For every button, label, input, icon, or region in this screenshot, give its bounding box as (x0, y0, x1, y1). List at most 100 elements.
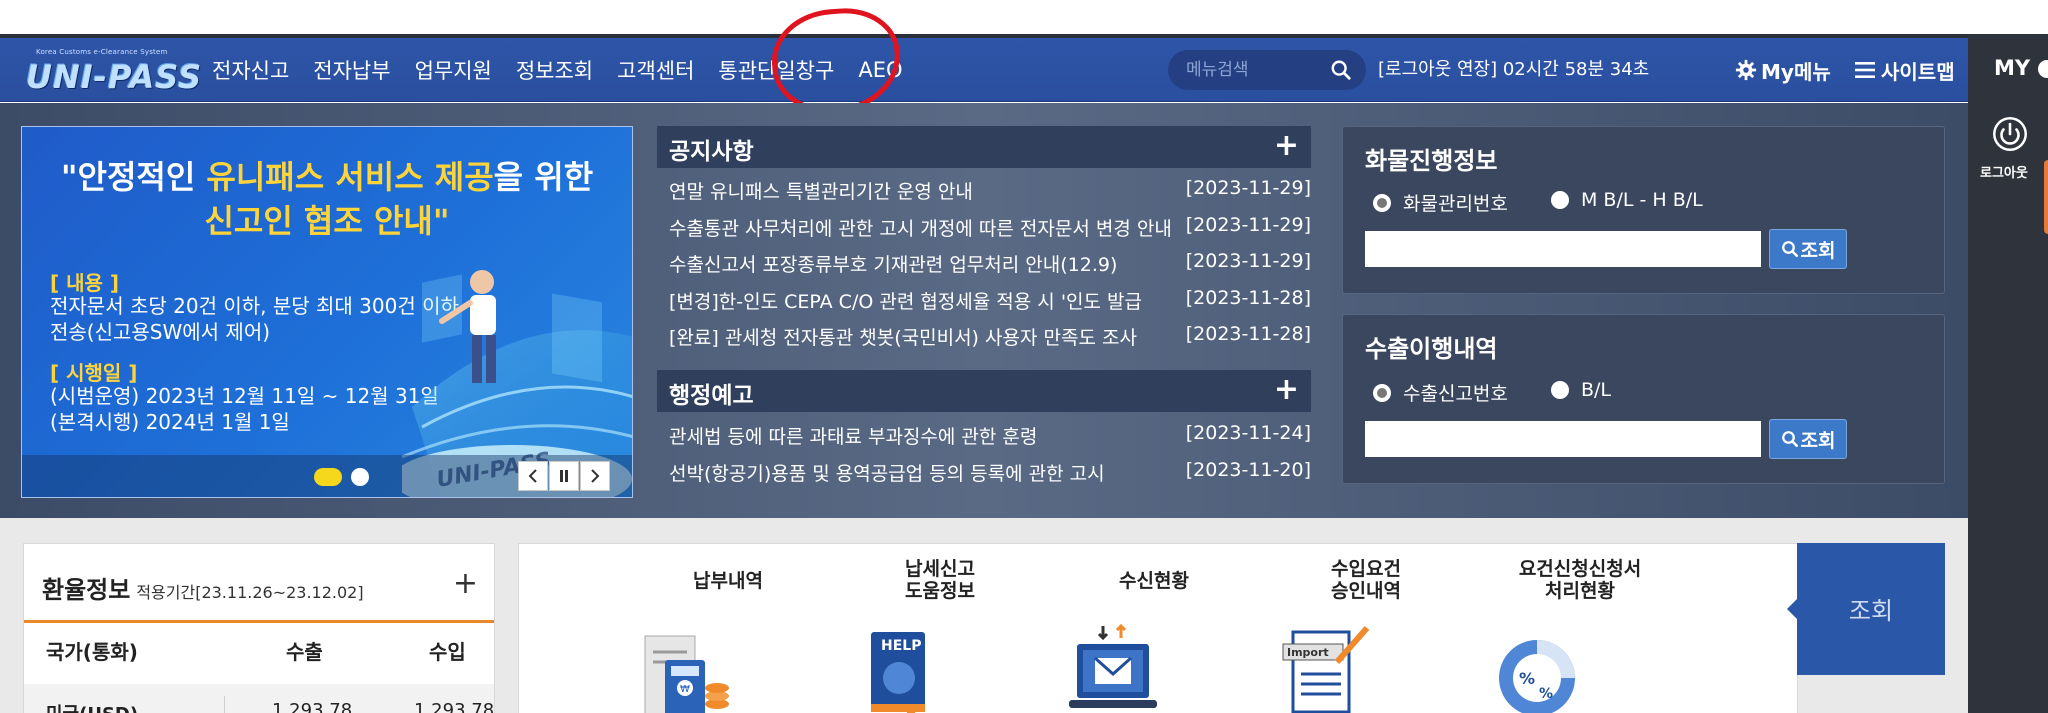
cargo-progress-box: 화물진행정보 화물관리번호 M B/L - H B/L 조회 (1342, 126, 1945, 294)
exchange-rate-more-button[interactable]: + (453, 566, 478, 601)
admin-notice-title[interactable]: 관세법 등에 따른 과태료 부과징수에 관한 훈령 (669, 422, 1199, 449)
sitemap-label: 사이트맵 (1881, 59, 1955, 84)
row-export-rate: 1,293.78 (272, 700, 353, 713)
list-item[interactable]: 선박(항공기)용품 및 용역공급업 등의 등록에 관한 고시 [2023-11-… (657, 453, 1311, 490)
admin-notice-title[interactable]: 선박(항공기)용품 및 용역공급업 등의 등록에 관한 고시 (669, 459, 1199, 486)
radio-unselected[interactable] (1551, 381, 1569, 399)
radio-selected[interactable] (1373, 383, 1391, 402)
help-book-label: HELP (881, 638, 921, 654)
nav-item-info-lookup[interactable]: 정보조회 (516, 55, 593, 85)
nav-item-e-filing[interactable]: 전자신고 (212, 55, 289, 85)
row-import-rate: 1,293.78 (414, 700, 495, 713)
export-history-box: 수출이행내역 수출신고번호 B/L 조회 (1342, 314, 1945, 484)
search-icon[interactable] (1330, 59, 1352, 81)
admin-notice-date: [2023-11-20] (1185, 458, 1311, 481)
session-timer[interactable]: [로그아웃 연장] 02시간 58분 34초 (1378, 38, 1649, 102)
prev-slide-button[interactable] (518, 461, 548, 491)
side-orange-tab[interactable] (2044, 160, 2048, 234)
notice-date: [2023-11-29] (1185, 213, 1311, 236)
cargo-radio-label-1: 화물관리번호 (1403, 193, 1508, 215)
export-number-input[interactable] (1365, 421, 1761, 457)
next-slide-button[interactable] (580, 461, 610, 491)
import-doc-label: Import (1287, 646, 1329, 659)
cargo-radio-bl[interactable]: M B/L - H B/L (1551, 189, 1703, 211)
chevron-left-icon (528, 469, 537, 483)
cargo-radio-label-2: M B/L - H B/L (1581, 189, 1703, 211)
unipass-page: Korea Customs e-Clearance System UNI-PAS… (0, 0, 2048, 713)
banner-date-label: [ 시행일 ] (50, 361, 138, 385)
cargo-number-input[interactable] (1365, 231, 1761, 267)
notice-date: [2023-11-28] (1185, 286, 1311, 309)
exchange-rate-period: 적용기간[23.11.26~23.12.02] (136, 583, 364, 602)
gear-icon (1735, 59, 1757, 81)
export-search-button[interactable]: 조회 (1769, 419, 1847, 459)
notice-title[interactable]: [변경]한-인도 CEPA C/O 관련 협정세율 적용 시 '인도 발급 (669, 287, 1199, 314)
main-banner[interactable]: "안정적인 유니패스 서비스 제공을 위한 신고인 협조 안내" [ 내용 ] … (21, 126, 633, 498)
notices-title[interactable]: 공지사항 (669, 132, 754, 166)
row-country: 미국(USD) (46, 700, 138, 713)
table-row: 미국(USD) 1,293.78 1,293.78 (24, 684, 494, 713)
power-icon[interactable] (1992, 116, 2028, 152)
exchange-rate-divider (24, 620, 494, 623)
list-item[interactable]: 관세법 등에 따른 과태료 부과징수에 관한 훈령 [2023-11-24] (657, 416, 1311, 453)
radio-unselected[interactable] (1551, 191, 1569, 209)
notices-more-button[interactable]: + (1274, 128, 1299, 163)
my-menu-label: My메뉴 (1761, 59, 1831, 84)
quick-search-button[interactable]: 조회 (1787, 543, 1945, 675)
exchange-rate-title: 환율정보 적용기간[23.11.26~23.12.02] (42, 570, 364, 605)
cargo-search-button[interactable]: 조회 (1769, 229, 1847, 269)
notice-title[interactable]: 수출통관 사무처리에 관한 고시 개정에 따른 전자문서 변경 안내 (669, 214, 1199, 241)
exchange-rate-panel: 환율정보 적용기간[23.11.26~23.12.02] + 국가(통화) 수출 … (23, 543, 495, 713)
percent-chart-icon: % % (1499, 640, 1575, 713)
banner-title-line2: 신고인 협조 안내" (204, 202, 450, 240)
import-document-icon: Import (1282, 626, 1370, 713)
nav-item-customer-center[interactable]: 고객센터 (617, 55, 694, 85)
banner-title-highlight: 유니패스 서비스 제공 (206, 158, 494, 196)
quick-item-receipt-status[interactable]: 수신현황 (1059, 570, 1249, 592)
notice-title[interactable]: [완료] 관세청 전자통관 챗봇(국민비서) 사용자 만족도 조사 (669, 323, 1199, 350)
menu-search-input[interactable] (1186, 58, 1324, 82)
list-item[interactable]: 수출신고서 포장종류부호 기재관련 업무처리 안내(12.9) [2023-11… (657, 244, 1311, 281)
sitemap-button[interactable]: 사이트맵 (1855, 38, 1955, 102)
admin-notices-title[interactable]: 행정예고 (669, 376, 754, 410)
logout-label[interactable]: 로그아웃 (1980, 162, 2028, 181)
banner-title-part2: 을 위한 (493, 158, 594, 196)
admin-notices-more-button[interactable]: + (1274, 372, 1299, 407)
menu-search-box (1168, 50, 1366, 90)
nav-item-work-support[interactable]: 업무지원 (415, 55, 492, 85)
quick-item-payment-history[interactable]: 납부내역 (633, 570, 823, 592)
quick-item-import-approval[interactable]: 수입요건 승인내역 (1271, 558, 1461, 602)
export-radio-declaration-number[interactable]: 수출신고번호 (1373, 379, 1508, 406)
export-search-label: 조회 (1800, 429, 1836, 452)
exchange-rate-title-text: 환율정보 (42, 576, 131, 604)
list-item[interactable]: 연말 유니패스 특별관리기간 운영 안내 [2023-11-29] (657, 171, 1311, 208)
slide-indicator-active[interactable] (314, 468, 342, 486)
cargo-search-label: 조회 (1800, 239, 1836, 262)
notice-date: [2023-11-29] (1185, 177, 1311, 199)
search-icon (1781, 431, 1798, 448)
cargo-radio-cargo-number[interactable]: 화물관리번호 (1373, 189, 1508, 216)
notice-title[interactable]: 연말 유니패스 특별관리기간 운영 안내 (669, 177, 1199, 204)
export-radio-bl[interactable]: B/L (1551, 379, 1611, 401)
admin-notices-header: 행정예고 + (657, 370, 1311, 412)
nav-item-e-payment[interactable]: 전자납부 (313, 55, 390, 85)
my-label[interactable]: MY (1994, 56, 2030, 80)
column-header-export: 수출 (286, 640, 323, 664)
my-menu-button[interactable]: My메뉴 (1735, 38, 1831, 102)
notice-title[interactable]: 수출신고서 포장종류부호 기재관련 업무처리 안내(12.9) (669, 250, 1199, 277)
quick-item-request-status[interactable]: 요건신청신청서 처리현황 (1485, 558, 1675, 602)
slide-indicator[interactable] (351, 468, 369, 486)
unipass-logo[interactable]: Korea Customs e-Clearance System UNI-PAS… (22, 46, 201, 96)
pause-slide-button[interactable] (549, 461, 579, 491)
export-radio-label-2: B/L (1581, 379, 1612, 401)
help-book-icon: HELP (871, 632, 925, 713)
list-item[interactable]: 수출통관 사무처리에 관한 고시 개정에 따른 전자문서 변경 안내 [2023… (657, 208, 1311, 245)
list-item[interactable]: [완료] 관세청 전자통관 챗봇(국민비서) 사용자 만족도 조사 [2023-… (657, 317, 1311, 354)
svg-text:%: % (1539, 686, 1553, 702)
quick-item-tax-help[interactable]: 납세신고 도움정보 (845, 558, 1035, 602)
radio-selected[interactable] (1373, 193, 1391, 212)
banner-title-part1: "안정적인 (60, 158, 207, 196)
list-item[interactable]: [변경]한-인도 CEPA C/O 관련 협정세율 적용 시 '인도 발급 [2… (657, 281, 1311, 318)
row-divider (224, 696, 225, 713)
my-toggle-tab[interactable] (2038, 60, 2048, 78)
